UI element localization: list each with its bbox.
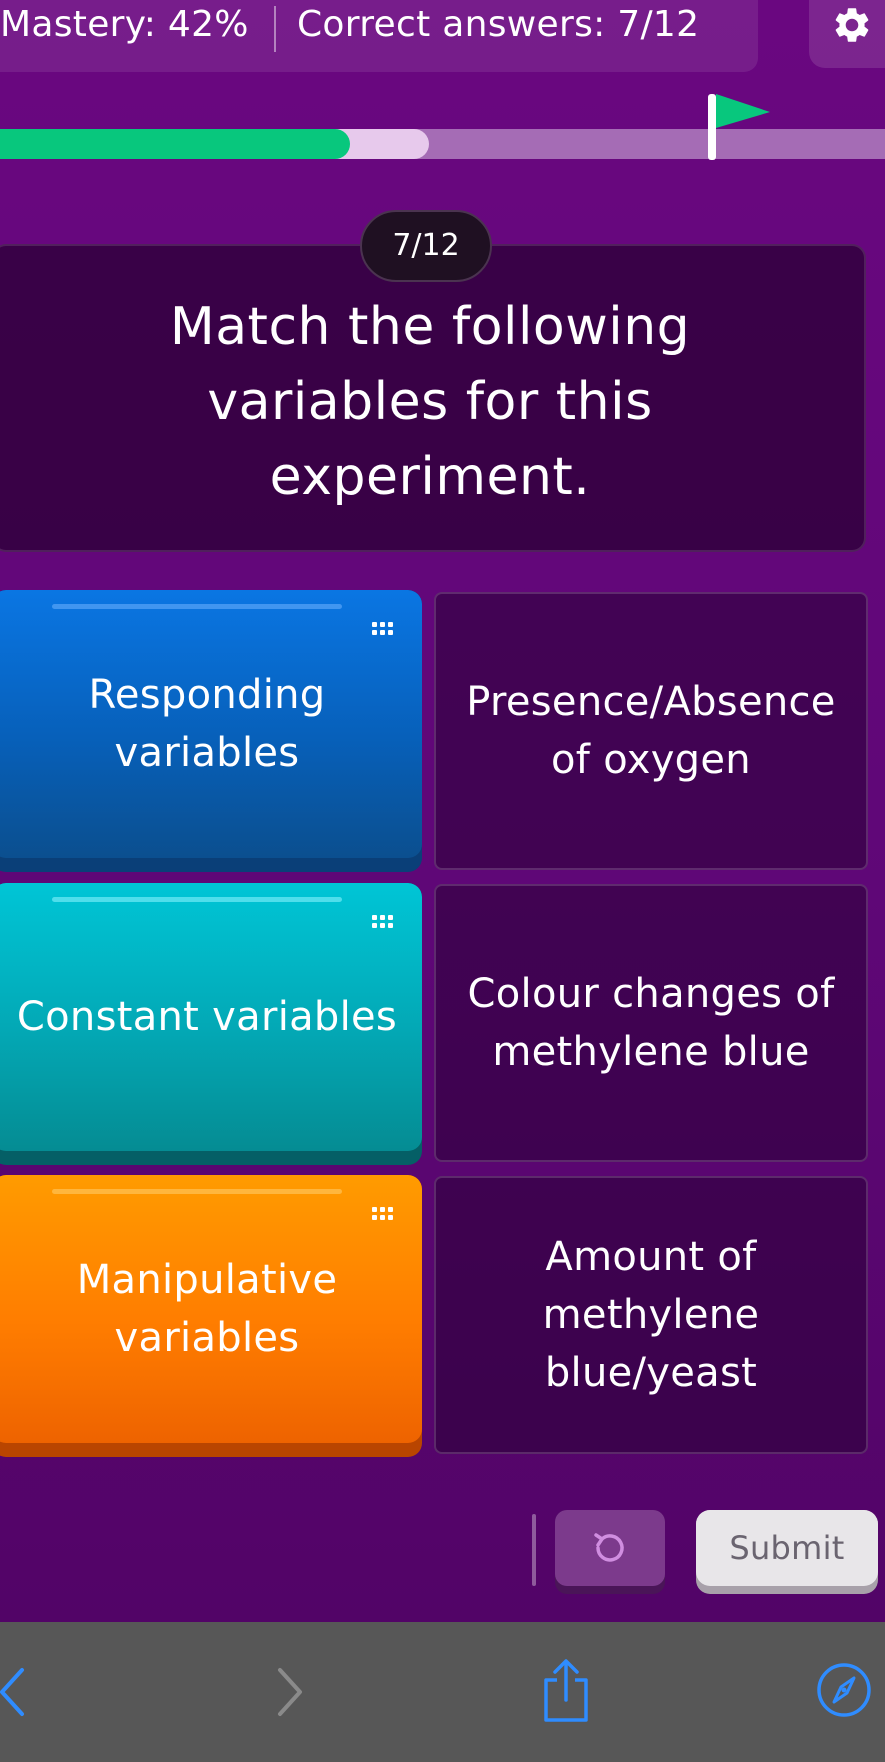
match-target-presence-absence-oxygen[interactable]: Presence/Absence of oxygen (434, 592, 868, 870)
question-text: Match the following variables for this e… (169, 297, 691, 507)
stats-divider (274, 6, 276, 52)
compass-icon[interactable] (814, 1660, 874, 1720)
drag-handle-icon[interactable] (372, 1207, 394, 1223)
drag-item-responding-variables[interactable]: Responding variables (0, 590, 422, 872)
stats-bar: Mastery: 42% Correct answers: 7/12 (0, 0, 758, 72)
settings-button[interactable] (809, 0, 885, 68)
drag-item-constant-variables[interactable]: Constant variables (0, 883, 422, 1165)
drag-item-label: Responding variables (88, 672, 326, 776)
gear-icon (835, 8, 869, 42)
match-target-amount-methylene-blue[interactable]: Amount of methylene blue/yeast (434, 1176, 868, 1454)
correct-answers-stat: Correct answers: 7/12 (297, 4, 700, 45)
undo-icon (594, 1533, 624, 1562)
drag-item-label: Constant variables (16, 994, 398, 1040)
match-target-label: Presence/Absence of oxygen (466, 679, 836, 783)
submit-button[interactable]: Submit (696, 1510, 878, 1594)
share-icon[interactable] (540, 1658, 592, 1724)
browser-toolbar (0, 1622, 885, 1762)
mastery-stat: Mastery: 42% (0, 4, 249, 45)
question-counter: 7/12 (360, 210, 492, 282)
forward-arrow-icon[interactable] (274, 1664, 304, 1720)
match-target-label: Amount of methylene blue/yeast (542, 1234, 760, 1396)
submit-label: Submit (729, 1529, 845, 1567)
tile-highlight (52, 897, 342, 902)
flag-icon (708, 94, 770, 160)
undo-button[interactable] (555, 1510, 665, 1594)
quiz-screen: Mastery: 42% Correct answers: 7/12 7/12 … (0, 0, 885, 1622)
match-target-label: Colour changes of methylene blue (467, 971, 835, 1075)
drag-handle-icon[interactable] (372, 622, 394, 638)
drag-item-label: Manipulative variables (76, 1257, 338, 1361)
progress-fill (0, 129, 350, 159)
back-arrow-icon[interactable] (0, 1664, 30, 1720)
tile-highlight (52, 604, 342, 609)
action-divider (532, 1514, 536, 1586)
match-target-colour-changes[interactable]: Colour changes of methylene blue (434, 884, 868, 1162)
drag-item-manipulative-variables[interactable]: Manipulative variables (0, 1175, 422, 1457)
tile-highlight (52, 1189, 342, 1194)
drag-handle-icon[interactable] (372, 915, 394, 931)
